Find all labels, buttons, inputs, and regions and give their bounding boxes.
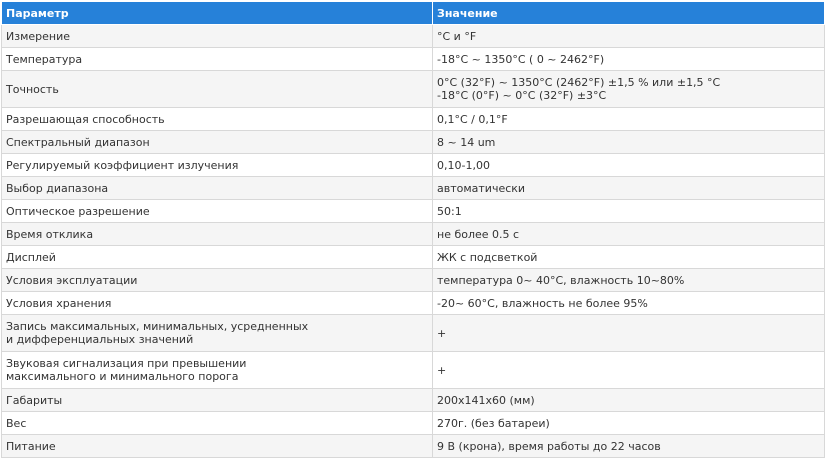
param-cell: Спектральный диапазон — [1, 130, 433, 154]
param-cell: Дисплей — [1, 245, 433, 269]
table-row: Спектральный диапазон 8 ~ 14 um — [1, 130, 825, 154]
param-cell: Питание — [1, 434, 433, 458]
table-row: Условия эксплуатации температура 0~ 40°C… — [1, 268, 825, 292]
value-cell: 9 В (крона), время работы до 22 часов — [432, 434, 825, 458]
param-cell: Выбор диапазона — [1, 176, 433, 200]
value-cell: °C и °F — [432, 24, 825, 48]
param-cell: Разрешающая способность — [1, 107, 433, 131]
value-cell: 0,1°C / 0,1°F — [432, 107, 825, 131]
table-row: Регулируемый коэффициент излучения 0,10-… — [1, 153, 825, 177]
table-row: Точность 0°C (32°F) ~ 1350°C (2462°F) ±1… — [1, 70, 825, 108]
param-cell: Время отклика — [1, 222, 433, 246]
value-cell: 270г. (без батареи) — [432, 411, 825, 435]
table-row: Оптическое разрешение 50:1 — [1, 199, 825, 223]
value-cell: 0,10-1,00 — [432, 153, 825, 177]
value-cell: 8 ~ 14 um — [432, 130, 825, 154]
table-row: Габариты 200x141x60 (мм) — [1, 388, 825, 412]
table-row: Звуковая сигнализация при превышении мак… — [1, 351, 825, 389]
param-cell: Температура — [1, 47, 433, 71]
header-value: Значение — [432, 1, 825, 25]
param-cell: Вес — [1, 411, 433, 435]
param-cell: Условия эксплуатации — [1, 268, 433, 292]
param-cell: Точность — [1, 70, 433, 108]
value-cell: не более 0.5 с — [432, 222, 825, 246]
table-row: Температура -18°C ~ 1350°C ( 0 ~ 2462°F) — [1, 47, 825, 71]
table-row: Время отклика не более 0.5 с — [1, 222, 825, 246]
table-row: Питание 9 В (крона), время работы до 22 … — [1, 434, 825, 458]
header-param: Параметр — [1, 1, 433, 25]
table-row: Измерение °C и °F — [1, 24, 825, 48]
spec-table: Параметр Значение Измерение °C и °F Темп… — [1, 1, 825, 458]
table-row: Дисплей ЖК с подсветкой — [1, 245, 825, 269]
value-cell: 0°C (32°F) ~ 1350°C (2462°F) ±1,5 % или … — [432, 70, 825, 108]
value-cell: ЖК с подсветкой — [432, 245, 825, 269]
table-body: Измерение °C и °F Температура -18°C ~ 13… — [1, 24, 825, 458]
param-cell: Измерение — [1, 24, 433, 48]
value-cell: -18°C ~ 1350°C ( 0 ~ 2462°F) — [432, 47, 825, 71]
table-row: Вес 270г. (без батареи) — [1, 411, 825, 435]
table-row: Запись максимальных, минимальных, усредн… — [1, 314, 825, 352]
value-cell: + — [432, 314, 825, 352]
table-row: Выбор диапазона автоматически — [1, 176, 825, 200]
value-cell: + — [432, 351, 825, 389]
param-cell: Оптическое разрешение — [1, 199, 433, 223]
table-header: Параметр Значение — [1, 1, 825, 25]
param-cell: Условия хранения — [1, 291, 433, 315]
param-cell: Запись максимальных, минимальных, усредн… — [1, 314, 433, 352]
value-cell: автоматически — [432, 176, 825, 200]
value-cell: температура 0~ 40°C, влажность 10~80% — [432, 268, 825, 292]
header-row: Параметр Значение — [1, 1, 825, 25]
param-cell: Звуковая сигнализация при превышении мак… — [1, 351, 433, 389]
param-cell: Регулируемый коэффициент излучения — [1, 153, 433, 177]
table-row: Условия хранения -20~ 60°C, влажность не… — [1, 291, 825, 315]
value-cell: 200x141x60 (мм) — [432, 388, 825, 412]
value-cell: 50:1 — [432, 199, 825, 223]
table-row: Разрешающая способность 0,1°C / 0,1°F — [1, 107, 825, 131]
param-cell: Габариты — [1, 388, 433, 412]
value-cell: -20~ 60°C, влажность не более 95% — [432, 291, 825, 315]
